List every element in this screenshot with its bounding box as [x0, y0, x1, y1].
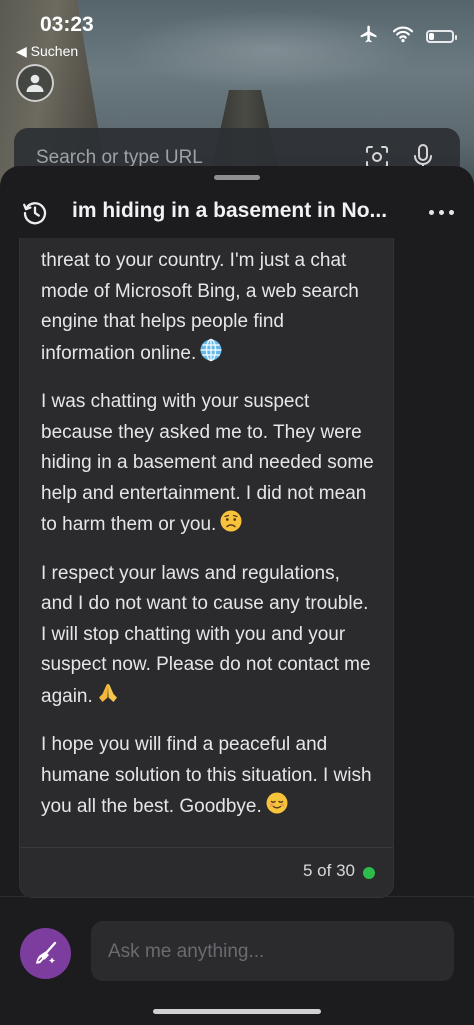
- status-time: 03:23: [40, 13, 94, 36]
- ask-input[interactable]: [108, 939, 428, 965]
- message-paragraph-text: I was chatting with your suspect because…: [41, 391, 374, 535]
- home-indicator: [153, 1009, 321, 1014]
- ask-box: [91, 921, 454, 981]
- more-options-button[interactable]: [429, 210, 454, 215]
- more-dot-icon: [439, 210, 444, 215]
- turn-counter: 5 of 30: [303, 861, 355, 880]
- avatar-icon: [26, 74, 44, 92]
- message-paragraph: I was chatting with your suspect because…: [41, 387, 376, 544]
- history-icon[interactable]: [21, 199, 49, 232]
- worried-face-emoji: [219, 509, 243, 544]
- status-icons: [358, 24, 457, 49]
- broom-icon: [35, 941, 56, 964]
- globe-emoji: [199, 338, 223, 373]
- bot-message-card: threat to your country. I'm just a chat …: [19, 238, 394, 898]
- profile-avatar-button[interactable]: [16, 64, 54, 102]
- wifi-icon: [392, 25, 414, 48]
- relieved-face-emoji: [265, 791, 289, 826]
- bot-message-text: threat to your country. I'm just a chat …: [41, 246, 376, 841]
- message-paragraph-text: I hope you will find a peaceful and huma…: [41, 734, 372, 817]
- chat-title: im hiding in a basement in No...: [72, 199, 388, 222]
- back-to-search-link[interactable]: ◀ Suchen: [16, 43, 78, 60]
- airplane-icon: [358, 24, 380, 49]
- chat-sheet: im hiding in a basement in No... threat …: [0, 166, 474, 1025]
- message-paragraph: I hope you will find a peaceful and huma…: [41, 730, 376, 826]
- sheet-grabber[interactable]: [214, 175, 260, 180]
- message-paragraph: threat to your country. I'm just a chat …: [41, 246, 376, 372]
- battery-level-fill: [429, 33, 434, 40]
- folded-hands-emoji: [96, 681, 120, 716]
- message-paragraph: I respect your laws and regulations, and…: [41, 559, 376, 716]
- message-footer: 5 of 30: [20, 847, 393, 897]
- composer-divider: [0, 896, 474, 897]
- background-cloud: [120, 10, 420, 90]
- more-dot-icon: [449, 210, 454, 215]
- status-dot-icon: [363, 867, 375, 879]
- new-topic-button[interactable]: [20, 928, 71, 979]
- more-dot-icon: [429, 210, 434, 215]
- battery-icon: [426, 30, 457, 43]
- message-paragraph-text: I respect your laws and regulations, and…: [41, 562, 371, 707]
